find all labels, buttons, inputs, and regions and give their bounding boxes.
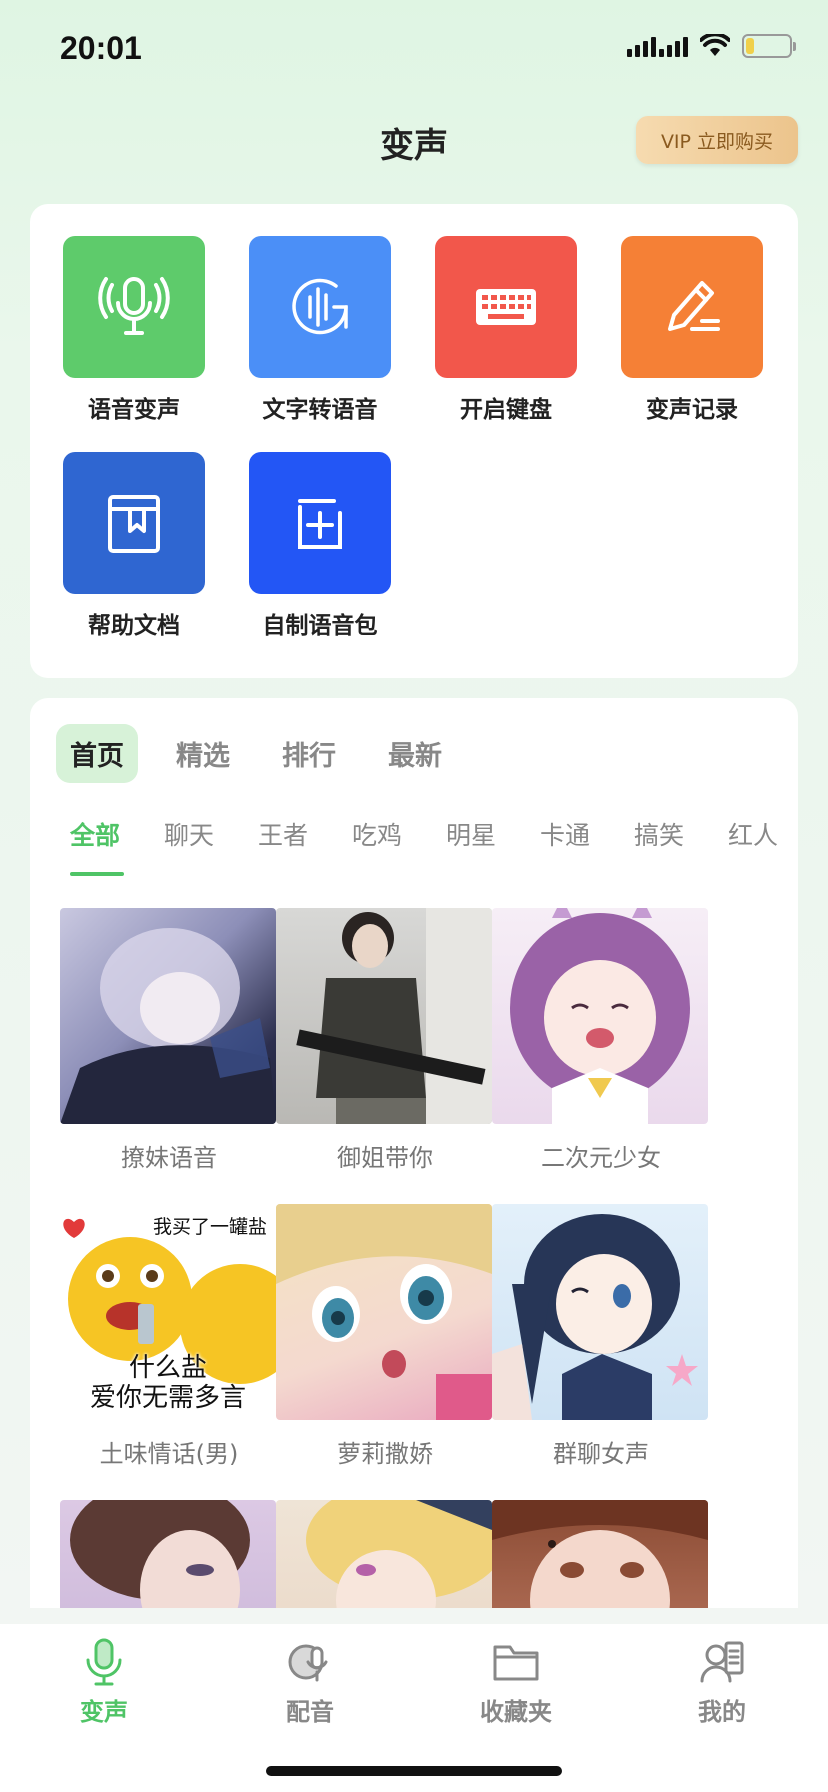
tools-card: 语音变声 文字转语音 开启键盘 变声记录 帮助文档 自制语音包: [30, 204, 798, 678]
voice-pack-label: 御姐带你: [337, 1144, 433, 1172]
tool-keyboard[interactable]: 开启键盘: [434, 236, 578, 424]
pencil-icon: [621, 236, 763, 378]
tool-label: 开启键盘: [460, 397, 552, 423]
keyboard-icon: [435, 236, 577, 378]
tool-label: 文字转语音: [262, 397, 378, 423]
tool-text-to-speech[interactable]: 文字转语音: [248, 236, 392, 424]
voice-pack-label: 群聊女声: [553, 1440, 649, 1468]
voice-pack-thumbnail: [276, 1500, 492, 1608]
category-indicator: [70, 872, 124, 876]
voice-pack-item[interactable]: 二次元少女: [492, 908, 710, 1173]
tab-bar: 首页 精选 排行 最新: [56, 724, 456, 783]
folder-icon: [492, 1638, 540, 1686]
status-time: 20:01: [60, 30, 142, 66]
tool-label: 帮助文档: [88, 613, 180, 639]
book-icon: [63, 452, 205, 594]
tab-ranking[interactable]: 排行: [268, 724, 350, 783]
voice-pack-thumbnail: [492, 908, 708, 1124]
dubbing-icon: [286, 1638, 334, 1686]
tool-help[interactable]: 帮助文档: [62, 452, 206, 640]
header: 变声 VIP 立即购买: [0, 100, 828, 180]
voice-pack-item[interactable]: [492, 1500, 710, 1608]
tab-featured[interactable]: 精选: [162, 724, 244, 783]
category-funny[interactable]: 搞笑: [634, 816, 684, 852]
text-to-speech-icon: [249, 236, 391, 378]
category-bar: 全部 聊天 王者 吃鸡 明星 卡通 搞笑 红人: [30, 816, 798, 886]
category-cartoon[interactable]: 卡通: [540, 816, 590, 852]
category-honor-of-kings[interactable]: 王者: [258, 816, 308, 852]
tab-latest[interactable]: 最新: [374, 724, 456, 783]
meme-caption-top: 我买了一罐盐: [149, 1212, 270, 1239]
nav-label: 配音: [286, 1698, 334, 1726]
category-chat[interactable]: 聊天: [164, 816, 214, 852]
voice-pack-thumbnail: [60, 1500, 276, 1608]
voice-pack-item[interactable]: 我买了一罐盐 什么盐 爱你无需多言 土味情话(男): [60, 1204, 278, 1469]
signal-icon: [627, 35, 688, 57]
voice-pack-label: 撩妹语音: [121, 1144, 217, 1172]
voice-pack-item[interactable]: 萝莉撒娇: [276, 1204, 494, 1469]
category-all[interactable]: 全部: [70, 816, 120, 852]
tool-label: 语音变声: [88, 397, 180, 423]
nav-label: 我的: [698, 1698, 746, 1726]
nav-dubbing[interactable]: 配音: [250, 1638, 370, 1727]
profile-icon: [698, 1638, 746, 1686]
tool-label: 变声记录: [646, 397, 738, 423]
nav-profile[interactable]: 我的: [662, 1638, 782, 1727]
category-celebrity[interactable]: 明星: [446, 816, 496, 852]
voice-pack-item[interactable]: 群聊女声: [492, 1204, 710, 1469]
tab-home[interactable]: 首页: [56, 724, 138, 783]
voice-pack-item[interactable]: 御姐带你: [276, 908, 494, 1173]
tool-custom-pack[interactable]: 自制语音包: [248, 452, 392, 640]
nav-voice-changer[interactable]: 变声: [44, 1638, 164, 1727]
status-icons: [627, 34, 796, 58]
voice-pack-item[interactable]: [60, 1500, 278, 1608]
meme-caption-bottom: 什么盐 爱你无需多言: [89, 1353, 246, 1414]
nav-label: 变声: [80, 1698, 128, 1726]
nav-label: 收藏夹: [480, 1698, 552, 1726]
status-bar: 20:01: [0, 0, 828, 100]
vip-buy-button[interactable]: VIP 立即购买: [636, 116, 798, 164]
category-pubg[interactable]: 吃鸡: [352, 816, 402, 852]
category-influencer[interactable]: 红人: [728, 816, 778, 852]
voice-pack-item[interactable]: [276, 1500, 494, 1608]
voice-pack-label: 萝莉撒娇: [337, 1440, 433, 1468]
tool-voice-changer[interactable]: 语音变声: [62, 236, 206, 424]
microphone-icon: [63, 236, 205, 378]
voice-pack-thumbnail: [276, 1204, 492, 1420]
voice-pack-thumbnail: [60, 908, 276, 1124]
voice-pack-item[interactable]: 撩妹语音: [60, 908, 278, 1173]
tool-record[interactable]: 变声记录: [620, 236, 764, 424]
voice-pack-thumbnail: [492, 1500, 708, 1608]
content-card: 首页 精选 排行 最新 全部 聊天 王者 吃鸡 明星 卡通 搞笑 红人 撩妹语音: [30, 698, 798, 1608]
voice-pack-thumbnail: [276, 908, 492, 1124]
battery-icon: [742, 34, 796, 58]
voice-pack-label: 二次元少女: [541, 1144, 661, 1172]
voice-pack-thumbnail: [492, 1204, 708, 1420]
wifi-icon: [700, 34, 730, 56]
home-indicator: [266, 1766, 562, 1776]
add-box-icon: [249, 452, 391, 594]
tool-label: 自制语音包: [262, 613, 378, 639]
nav-favorites[interactable]: 收藏夹: [456, 1638, 576, 1727]
voice-pack-label: 土味情话(男): [99, 1440, 239, 1468]
voice-pack-thumbnail: 我买了一罐盐 什么盐 爱你无需多言: [60, 1204, 276, 1420]
microphone-icon: [80, 1638, 128, 1686]
